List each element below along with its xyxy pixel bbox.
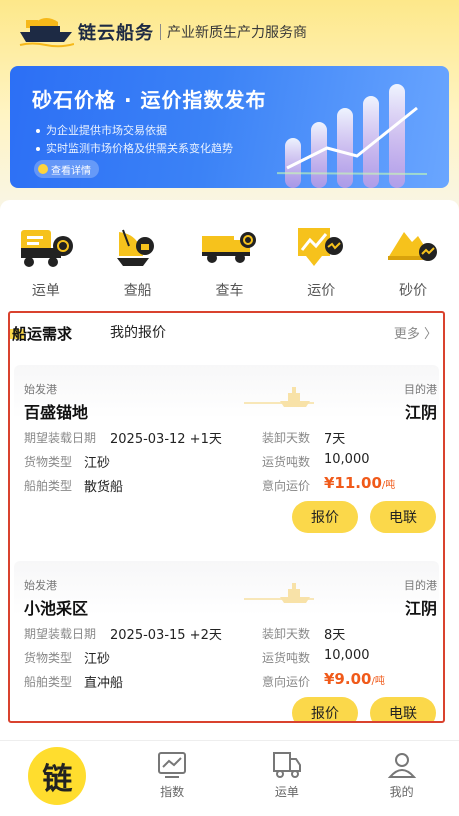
- banner-detail-button[interactable]: 查看详情: [34, 160, 99, 178]
- order-card[interactable]: 始发港 目的港 百盛锚地 江阴 期望装载日期 2025-03-12 +1天 装卸…: [14, 365, 439, 545]
- quick-label-truck: 查车: [215, 283, 244, 299]
- tab-mine[interactable]: 我的: [344, 741, 459, 816]
- home-logo-icon: 链: [28, 747, 87, 805]
- banner-title: 砂石价格 · 运价指数发布: [32, 88, 267, 112]
- sand-price-icon: [384, 222, 442, 270]
- to-port: 江阴: [404, 599, 437, 618]
- price-unit: /吨: [371, 676, 385, 687]
- quick-label-ship: 查船: [123, 283, 152, 299]
- price-label: 意向运价: [262, 479, 311, 493]
- truck-icon: [272, 752, 301, 778]
- from-port-label: 始发港: [24, 579, 57, 592]
- tab-my-quotes[interactable]: 我的报价: [110, 322, 166, 342]
- truck-search-icon: [200, 222, 258, 270]
- tab-mine-label: 我的: [389, 785, 414, 799]
- ship-type-label: 船舶类型: [24, 675, 73, 689]
- cargo-label: 货物类型: [24, 455, 73, 469]
- ship-watermark-icon: [244, 387, 314, 407]
- call-button[interactable]: 电联: [370, 697, 436, 721]
- bar-chart-graphic-icon: [277, 84, 427, 188]
- waybill-icon: [17, 222, 75, 270]
- price-label: 意向运价: [262, 675, 311, 689]
- ship-watermark-icon: [244, 583, 314, 603]
- header-divider: [160, 24, 161, 40]
- bottom-tab-bar: 链 指数 运单 我的: [0, 740, 459, 816]
- shipping-demand-section: 船运需求 我的报价 更多 〉 始发港 目的港 百盛锚地 江阴 期望装载日期 20…: [8, 311, 445, 723]
- cargo-value: 江砂: [84, 456, 111, 471]
- cargo-value: 江砂: [84, 652, 111, 667]
- price-value: ¥11.00/吨: [324, 474, 395, 492]
- quick-item-waybill[interactable]: 运单: [0, 222, 92, 302]
- freight-chart-icon: [292, 222, 350, 270]
- from-port: 百盛锚地: [24, 403, 89, 422]
- ship-type-value: 散货船: [84, 480, 124, 495]
- banner-detail-label: 查看详情: [51, 165, 91, 177]
- brand-name: 链云船务: [78, 23, 154, 44]
- tab-shipping-demand[interactable]: 船运需求: [12, 323, 72, 344]
- detail-dot-icon: [38, 164, 48, 174]
- ship-type-label: 船舶类型: [24, 479, 73, 493]
- load-date-value: 2025-03-15 +2天: [110, 628, 222, 643]
- quote-button[interactable]: 报价: [292, 697, 358, 721]
- radar-ship-icon: [109, 222, 167, 270]
- quick-label-freight: 运价: [307, 283, 336, 299]
- banner-bullet-2: 实时监测市场价格及供需关系变化趋势: [36, 140, 233, 156]
- call-button[interactable]: 电联: [370, 501, 436, 533]
- to-port-label: 目的港: [404, 579, 437, 592]
- tons-value: 10,000: [324, 452, 370, 467]
- user-icon: [387, 753, 416, 778]
- tab-waybill-label: 运单: [274, 785, 299, 799]
- quick-item-ship[interactable]: 查船: [92, 222, 184, 302]
- days-label: 装卸天数: [262, 627, 311, 641]
- promo-banner[interactable]: 砂石价格 · 运价指数发布 为企业提供市场交易依据 实时监测市场价格及供需关系变…: [10, 66, 449, 188]
- more-link[interactable]: 更多 〉: [394, 323, 437, 342]
- from-port-label: 始发港: [24, 383, 57, 396]
- quote-button[interactable]: 报价: [292, 501, 358, 533]
- tab-index[interactable]: 指数: [115, 741, 230, 816]
- days-label: 装卸天数: [262, 431, 311, 445]
- quick-item-sand[interactable]: 砂价: [367, 222, 459, 302]
- days-value: 8天: [324, 628, 346, 643]
- tab-index-label: 指数: [160, 785, 185, 799]
- quick-label-sand: 砂价: [399, 283, 428, 299]
- load-date-label: 期望装载日期: [24, 627, 97, 641]
- tons-label: 运货吨数: [262, 651, 311, 665]
- quick-item-truck[interactable]: 查车: [184, 222, 276, 302]
- from-port: 小池采区: [24, 599, 89, 618]
- app-header: 链云船务 产业新质生产力服务商: [18, 12, 307, 52]
- load-date-value: 2025-03-12 +1天: [110, 432, 222, 447]
- ship-type-value: 直冲船: [84, 676, 124, 691]
- tab-waybill[interactable]: 运单: [230, 741, 345, 816]
- price-amount: ¥11.00: [324, 474, 382, 492]
- tons-value: 10,000: [324, 648, 370, 663]
- brand-slogan: 产业新质生产力服务商: [167, 25, 307, 41]
- quick-item-freight[interactable]: 运价: [275, 222, 367, 302]
- price-value: ¥9.00/吨: [324, 670, 385, 688]
- to-port-label: 目的港: [404, 383, 437, 396]
- cargo-label: 货物类型: [24, 651, 73, 665]
- price-amount: ¥9.00: [324, 670, 372, 688]
- chart-icon: [158, 752, 187, 778]
- price-unit: /吨: [381, 480, 396, 491]
- tab-home[interactable]: 链: [0, 741, 115, 816]
- days-value: 7天: [324, 432, 346, 447]
- order-card[interactable]: 始发港 目的港 小池采区 江阴 期望装载日期 2025-03-15 +2天 装卸…: [14, 561, 439, 721]
- banner-bullet-1: 为企业提供市场交易依据: [36, 122, 167, 138]
- ship-logo-icon: [18, 14, 75, 50]
- quick-label-waybill: 运单: [31, 283, 60, 299]
- to-port: 江阴: [404, 403, 437, 422]
- load-date-label: 期望装载日期: [24, 431, 97, 445]
- quick-entry-row: 运单 查船 查车 运价 砂价: [0, 222, 459, 302]
- tons-label: 运货吨数: [262, 455, 311, 469]
